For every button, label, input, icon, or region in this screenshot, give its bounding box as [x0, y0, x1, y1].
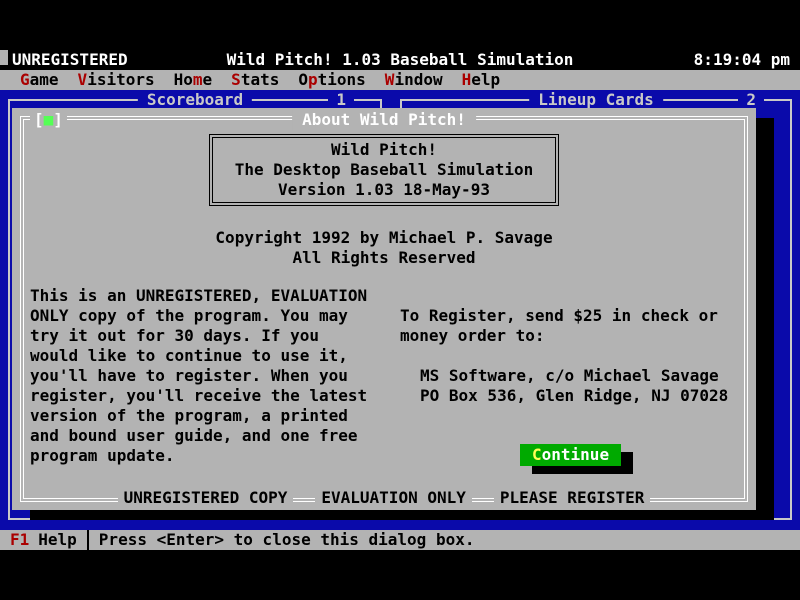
menu-help-hotkey: H [462, 70, 472, 89]
menu-help[interactable]: Help [462, 70, 501, 90]
scoreboard-bottom-border [8, 518, 390, 520]
menu-game[interactable]: Game [20, 70, 59, 90]
menu-stats-label: tats [241, 70, 280, 89]
register-address: MS Software, c/o Michael Savage PO Box 5… [420, 366, 728, 406]
menu-visitors-hotkey: V [78, 70, 88, 89]
menu-options[interactable]: Options [298, 70, 365, 90]
menu-visitors-label: isitors [87, 70, 154, 89]
scoreboard-left-border [8, 100, 10, 520]
program-name: Wild Pitch! [213, 140, 555, 160]
menu-home-hotkey: m [193, 70, 203, 89]
close-button[interactable]: [■] [30, 110, 67, 130]
continue-button[interactable]: Continue [520, 444, 621, 466]
window-lineup-header[interactable]: Lineup Cards 2 [392, 90, 800, 110]
menu-visitors[interactable]: Visitors [78, 70, 155, 90]
program-info-box: Wild Pitch! The Desktop Baseball Simulat… [209, 134, 559, 206]
continue-label: ontinue [542, 445, 609, 464]
close-bracket-right: ] [53, 110, 63, 129]
status-message: Press <Enter> to close this dialog box. [99, 530, 475, 550]
dialog-footer-badges: UNREGISTERED COPY EVALUATION ONLY PLEASE… [12, 488, 756, 508]
menu-help-label: elp [471, 70, 500, 89]
menu-stats[interactable]: Stats [231, 70, 279, 90]
menu-game-label: ame [30, 70, 59, 89]
menu-game-hotkey: G [20, 70, 30, 89]
lineup-right-border [790, 100, 792, 520]
dos-screen: UNREGISTERED Wild Pitch! 1.03 Baseball S… [0, 50, 800, 550]
desktop: Scoreboard 1 Lineup Cards 2 [■] About Wi… [0, 90, 800, 530]
help-label[interactable]: Help [29, 530, 77, 550]
status-bar: F1 Help Press <Enter> to close this dial… [0, 530, 800, 550]
evaluation-text: This is an UNREGISTERED, EVALUATION ONLY… [30, 286, 367, 466]
menu-options-pre: O [298, 70, 308, 89]
window-lineup-title: Lineup Cards [529, 90, 663, 110]
app-title: Wild Pitch! 1.03 Baseball Simulation [0, 50, 800, 70]
window-scoreboard-number: 1 [328, 90, 354, 110]
menu-home-pre: Ho [174, 70, 193, 89]
clock: 8:19:04 pm [694, 50, 790, 70]
title-bar: UNREGISTERED Wild Pitch! 1.03 Baseball S… [0, 50, 800, 70]
menu-options-label: tions [318, 70, 366, 89]
rights-line: All Rights Reserved [12, 248, 756, 268]
badge-unregistered-copy: UNREGISTERED COPY [118, 488, 294, 508]
close-bracket-left: [ [34, 110, 44, 129]
window-scoreboard-header[interactable]: Scoreboard 1 [0, 90, 390, 110]
program-version: Version 1.03 18-May-93 [213, 180, 555, 200]
menu-stats-hotkey: S [231, 70, 241, 89]
copyright-line: Copyright 1992 by Michael P. Savage [12, 228, 756, 248]
close-icon: ■ [44, 110, 54, 129]
menu-options-hotkey: p [308, 70, 318, 89]
f1-key-label[interactable]: F1 [0, 530, 29, 550]
continue-hotkey: C [532, 445, 542, 464]
menu-home[interactable]: Home [174, 70, 213, 90]
menu-window[interactable]: Window [385, 70, 443, 90]
badge-please-register: PLEASE REGISTER [494, 488, 651, 508]
badge-evaluation-only: EVALUATION ONLY [315, 488, 472, 508]
register-instructions: To Register, send $25 in check or money … [400, 306, 718, 346]
window-lineup-number: 2 [738, 90, 764, 110]
program-subtitle: The Desktop Baseball Simulation [213, 160, 555, 180]
menu-window-label: indow [394, 70, 442, 89]
about-dialog: [■] About Wild Pitch! Wild Pitch! The De… [12, 108, 756, 510]
menu-window-hotkey: W [385, 70, 395, 89]
dialog-title: About Wild Pitch! [292, 110, 476, 130]
copyright-block: Copyright 1992 by Michael P. Savage All … [12, 228, 756, 268]
lineup-bottom-border [398, 518, 792, 520]
menu-bar: Game Visitors Home Stats Options Window … [0, 70, 800, 90]
menu-home-label: e [203, 70, 213, 89]
window-scoreboard-title: Scoreboard [138, 90, 252, 110]
status-separator [87, 530, 89, 550]
